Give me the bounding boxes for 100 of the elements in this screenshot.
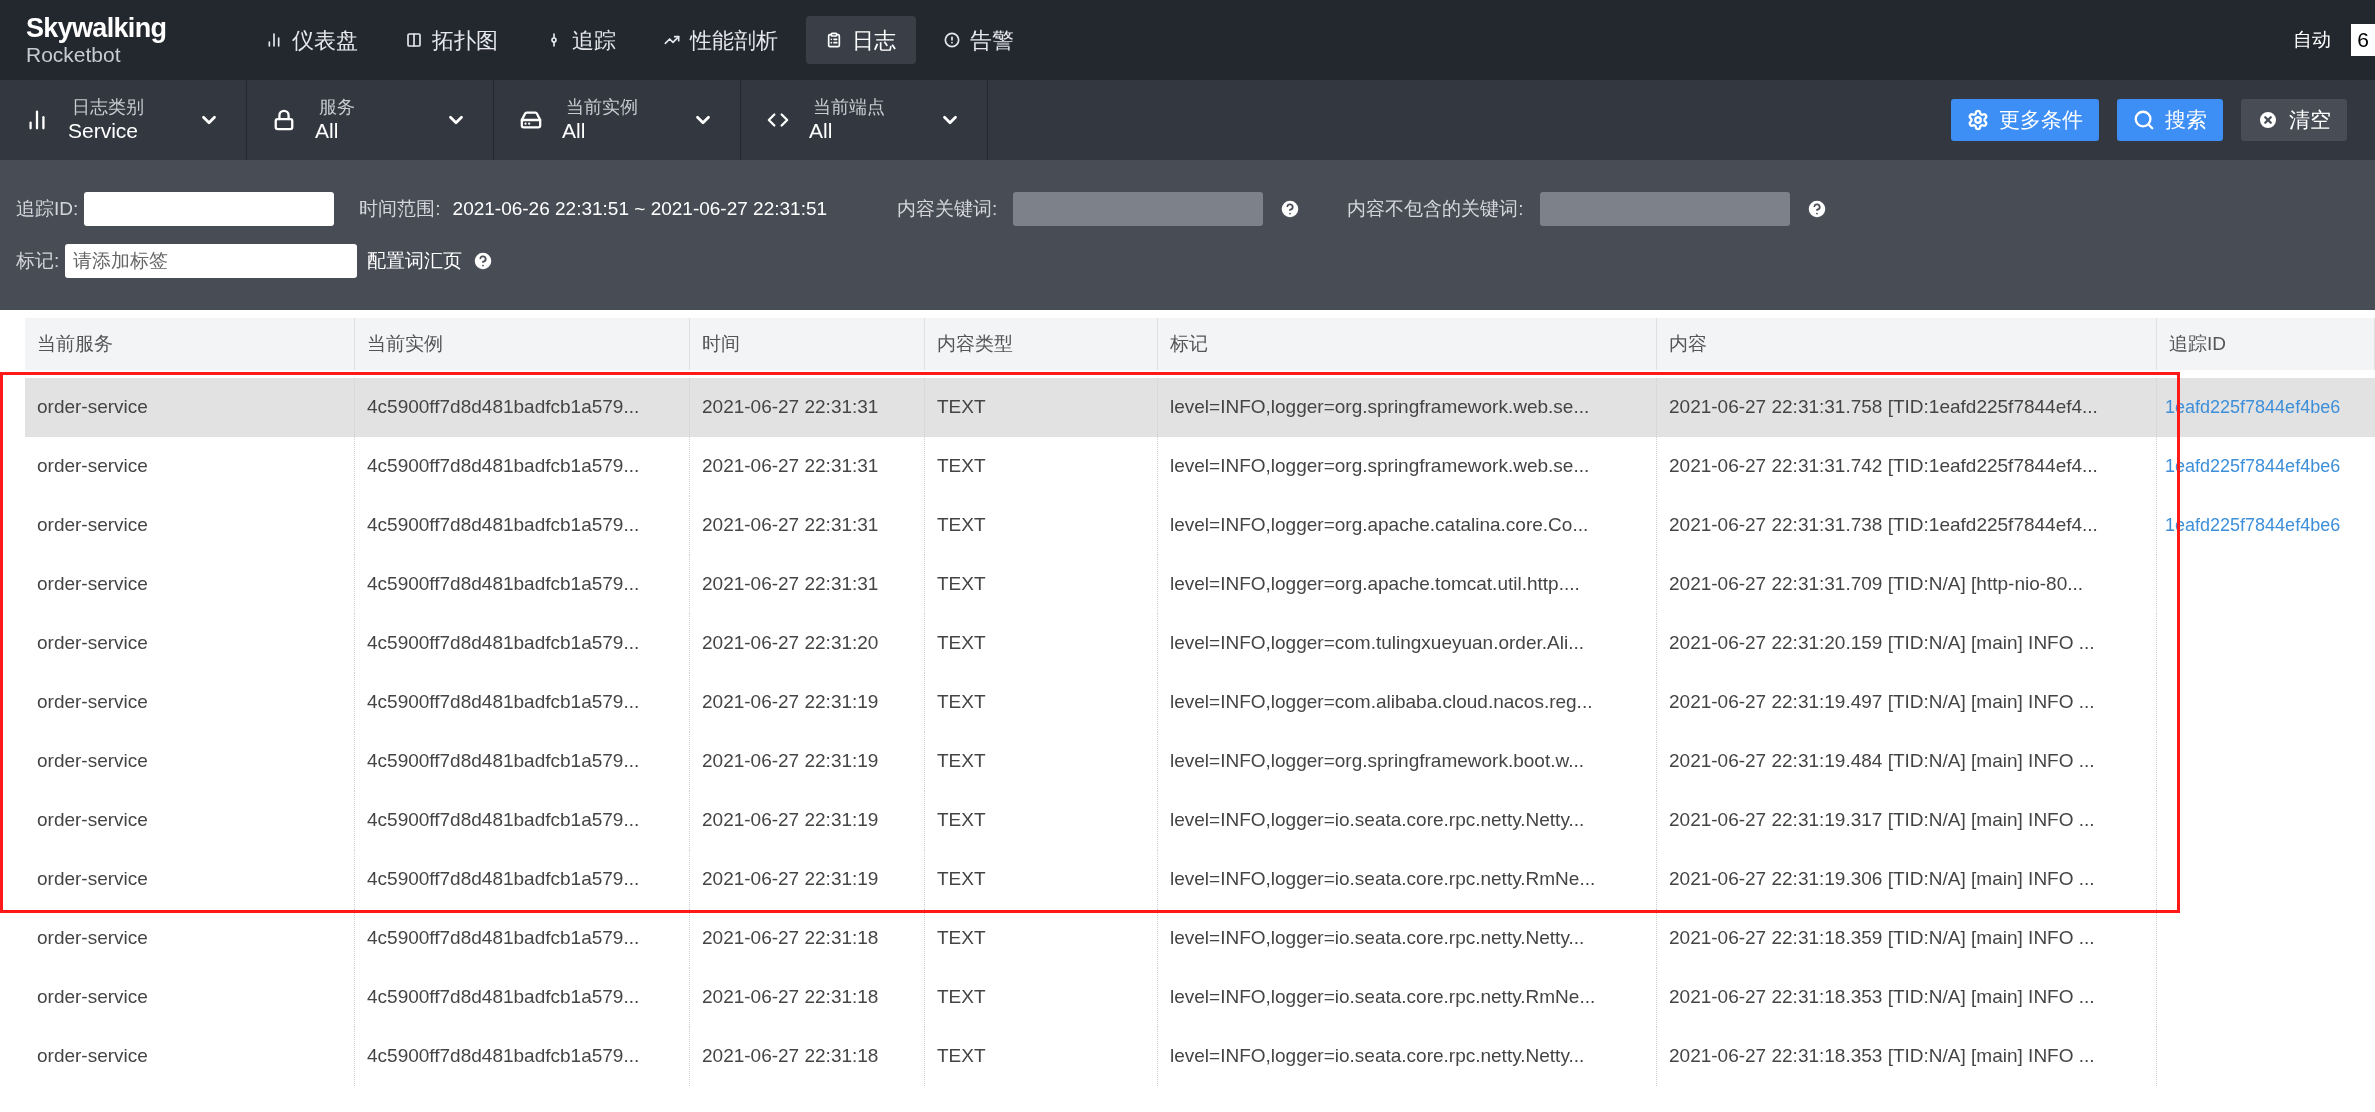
table-cell-text: order-service <box>37 513 148 538</box>
table-cell-text: TEXT <box>937 985 986 1010</box>
bar-chart-icon <box>26 109 48 131</box>
table-cell-text: TEXT <box>937 631 986 656</box>
table-cell-text: level=INFO,logger=io.seata.core.rpc.netty.Netty... <box>1170 808 1585 833</box>
table-cell-text: TEXT <box>937 926 986 951</box>
selector-value: All <box>562 118 587 145</box>
table-cell-text: 2021-06-27 22:31:19.306 [TID:N/A] [main] INFO ... <box>1669 867 2095 892</box>
time-range-value[interactable]: 2021-06-26 22:31:51 ~ 2021-06-27 22:31:51 <box>452 194 828 224</box>
table-cell-text: 2021-06-27 22:31:18 <box>702 1044 879 1069</box>
column-header: 时间 <box>702 331 740 356</box>
table-cell-text: order-service <box>37 985 148 1010</box>
table-cell-text: order-service <box>37 926 148 951</box>
table-cell-text: TEXT <box>937 867 986 892</box>
tag-field[interactable]: 请添加标签 <box>65 244 358 278</box>
table-cell-text: 2021-06-27 22:31:18 <box>702 985 879 1010</box>
table-cell-text: 2021-06-27 22:31:19 <box>702 749 879 774</box>
table-cell-text: 4c5900ff7d8d481badfcb1a579... <box>367 926 640 951</box>
table-cell-text: order-service <box>37 749 148 774</box>
table-cell-text: level=INFO,logger=org.apache.tomcat.util.http.... <box>1170 572 1580 597</box>
selector-value: Service <box>68 118 140 145</box>
table-cell-text: order-service <box>37 1044 148 1069</box>
selector-label: 服务 <box>318 95 356 119</box>
table-cell-text: 2021-06-27 22:31:31.709 [TID:N/A] [http-nio-80... <box>1669 572 2084 597</box>
table-cell-text: 2021-06-27 22:31:19 <box>702 690 879 715</box>
logo-title: Skywalking <box>26 15 168 42</box>
table-cell-text: level=INFO,logger=org.springframework.boot.w... <box>1170 749 1584 774</box>
table-cell-text: 4c5900ff7d8d481badfcb1a579... <box>367 631 640 656</box>
table-cell-text: 2021-06-27 22:31:18.353 [TID:N/A] [main] INFO ... <box>1669 985 2095 1010</box>
selector-value: All <box>809 118 834 145</box>
vocabulary-link[interactable]: 配置词汇页 <box>367 246 463 276</box>
table-cell-text: 2021-06-27 22:31:31.738 [TID:1eafd225f7844ef4... <box>1669 513 2098 538</box>
nav-tab[interactable]: 日志 <box>806 16 916 64</box>
selector-value: All <box>315 118 340 145</box>
column-header: 当前实例 <box>367 331 443 356</box>
table-cell-text: 2021-06-27 22:31:31 <box>702 395 879 420</box>
table-cell-text: 2021-06-27 22:31:31.742 [TID:1eafd225f7844ef4... <box>1669 454 2098 479</box>
table-cell-text: TEXT <box>937 749 986 774</box>
nav-tab[interactable]: 告警 <box>924 16 1034 64</box>
drive-icon <box>520 109 542 131</box>
selector-label: 日志类别 <box>71 95 145 119</box>
help-icon[interactable] <box>1805 198 1828 220</box>
table-cell-text: TEXT <box>937 572 986 597</box>
table-cell-text: 4c5900ff7d8d481badfcb1a579... <box>367 513 640 538</box>
nav-tab[interactable]: 拓扑图 <box>386 16 518 64</box>
table-cell-text: 2021-06-27 22:31:31 <box>702 513 879 538</box>
help-icon[interactable] <box>1279 198 1302 220</box>
table-cell-text: level=INFO,logger=com.tulingxueyuan.order.Ali... <box>1170 631 1584 656</box>
trace-id-field[interactable] <box>84 192 335 226</box>
table-cell-text: 4c5900ff7d8d481badfcb1a579... <box>367 572 640 597</box>
table-cell-text: order-service <box>37 395 148 420</box>
table-cell-text: level=INFO,logger=io.seata.core.rpc.netty.Netty... <box>1170 926 1585 951</box>
table-cell-text: order-service <box>37 454 148 479</box>
column-header: 追踪ID <box>2169 331 2226 356</box>
table-cell-text: order-service <box>37 631 148 656</box>
nav-tab[interactable]: 追踪 <box>526 16 636 64</box>
table-cell-text: 4c5900ff7d8d481badfcb1a579... <box>367 690 640 715</box>
nav-tab[interactable]: 仪表盘 <box>246 16 378 64</box>
table-cell-text: level=INFO,logger=io.seata.core.rpc.netty.Netty... <box>1170 1044 1585 1069</box>
selector-label: 当前端点 <box>812 95 886 119</box>
table-cell-text: level=INFO,logger=org.springframework.web.se... <box>1170 454 1590 479</box>
table-cell-text: 4c5900ff7d8d481badfcb1a579... <box>367 454 640 479</box>
table-cell-text: 2021-06-27 22:31:20.159 [TID:N/A] [main] INFO ... <box>1669 631 2095 656</box>
table-cell-text: 2021-06-27 22:31:19 <box>702 808 879 833</box>
table-cell-text: order-service <box>37 690 148 715</box>
field-label: 追踪ID: <box>16 196 79 221</box>
table-cell-text: 2021-06-27 22:31:18 <box>702 926 879 951</box>
split-icon <box>406 32 422 48</box>
column-header: 标记 <box>1170 331 1208 356</box>
table-cell-text: order-service <box>37 572 148 597</box>
nav-tab[interactable]: 性能剖析 <box>644 16 798 64</box>
search-icon <box>2133 109 2155 131</box>
clear-icon <box>2257 109 2279 131</box>
table-cell-text: 2021-06-27 22:31:31 <box>702 572 879 597</box>
table-cell-text: 4c5900ff7d8d481badfcb1a579... <box>367 808 640 833</box>
refresh-interval-field[interactable]: 6 <box>2351 24 2375 56</box>
column-header: 内容 <box>1669 331 1707 356</box>
table-cell-text: 2021-06-27 22:31:19 <box>702 867 879 892</box>
table-cell-text: TEXT <box>937 690 986 715</box>
table-cell-text: TEXT <box>937 808 986 833</box>
table-cell-text: 2021-06-27 22:31:31 <box>702 454 879 479</box>
table-cell-text: level=INFO,logger=org.apache.catalina.core.Co... <box>1170 513 1589 538</box>
help-icon[interactable] <box>472 250 495 272</box>
table-cell-text: 4c5900ff7d8d481badfcb1a579... <box>367 395 640 420</box>
table-cell-text: level=INFO,logger=com.alibaba.cloud.nacos.reg... <box>1170 690 1593 715</box>
clipboard-icon <box>826 32 842 48</box>
auto-refresh-label: 自动 <box>2293 27 2332 52</box>
table-cell-text: order-service <box>37 867 148 892</box>
table-cell-text: 2021-06-27 22:31:19.484 [TID:N/A] [main] INFO ... <box>1669 749 2095 774</box>
table-cell-text: TEXT <box>937 395 986 420</box>
table-cell-text: TEXT <box>937 513 986 538</box>
table-cell-text: 2021-06-27 22:31:18.359 [TID:N/A] [main] INFO ... <box>1669 926 2095 951</box>
action-button[interactable]: 清空 <box>2241 99 2347 141</box>
table-cell-text: 4c5900ff7d8d481badfcb1a579... <box>367 867 640 892</box>
table-cell-text: level=INFO,logger=org.springframework.web.se... <box>1170 395 1590 420</box>
field-label: 标记: <box>16 248 60 273</box>
table-cell-text: 2021-06-27 22:31:19.317 [TID:N/A] [main] INFO ... <box>1669 808 2095 833</box>
alert-icon <box>944 32 960 48</box>
table-cell-text: 4c5900ff7d8d481badfcb1a579... <box>367 985 640 1010</box>
table-cell-text: 2021-06-27 22:31:18.353 [TID:N/A] [main] INFO ... <box>1669 1044 2095 1069</box>
